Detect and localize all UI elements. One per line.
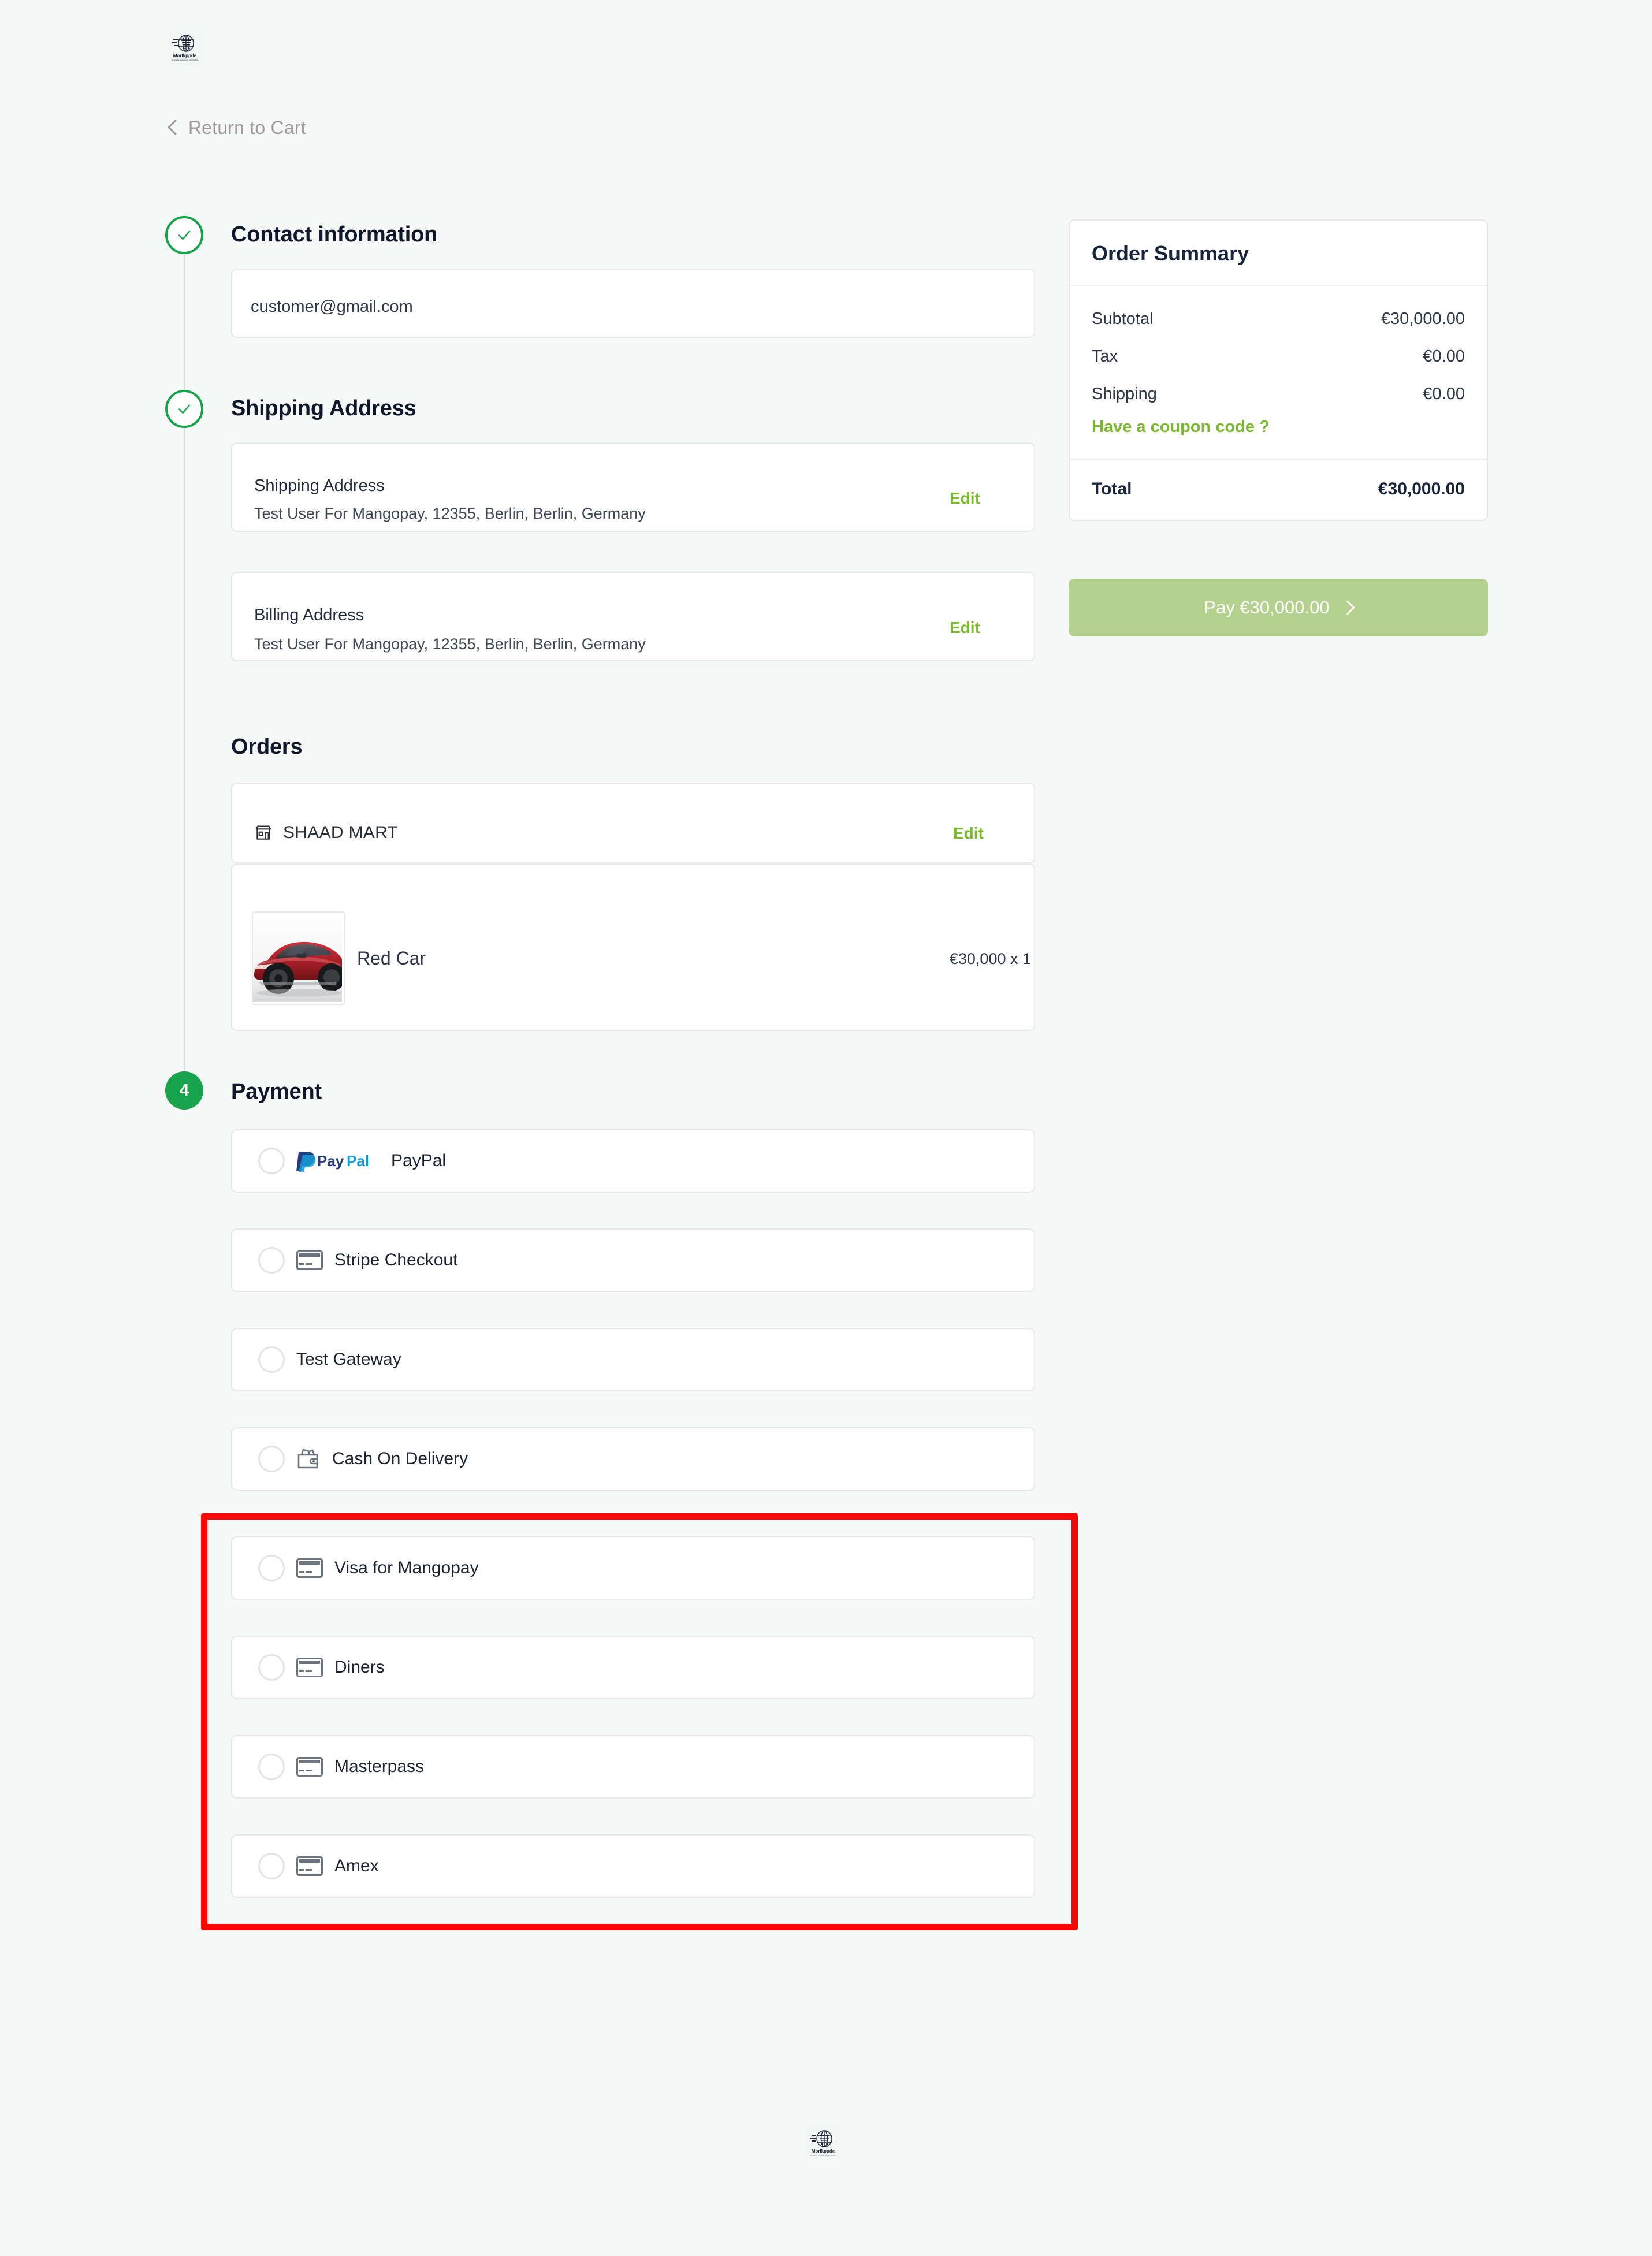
return-to-cart-label: Return to Cart bbox=[188, 117, 306, 138]
contact-email-value: customer@gmail.com bbox=[251, 297, 413, 316]
summary-row-label: Tax bbox=[1092, 347, 1118, 366]
section-title-payment: Payment bbox=[231, 1079, 322, 1104]
summary-total-value: €30,000.00 bbox=[1378, 479, 1465, 498]
footer-brand-logo-tagline: The world's destination of your checkout bbox=[810, 2154, 836, 2157]
order-summary-panel: Order Summary Subtotal €30,000.00 Tax €0… bbox=[1069, 219, 1488, 521]
payment-option-masterpass[interactable]: Masterpass bbox=[231, 1735, 1035, 1799]
pay-button[interactable]: Pay €30,000.00 bbox=[1069, 579, 1488, 636]
radio-amex[interactable] bbox=[258, 1853, 285, 1879]
payment-option-paypal[interactable]: Pay Pal PayPal bbox=[231, 1129, 1035, 1193]
credit-card-icon bbox=[296, 1658, 323, 1677]
footer-brand-logo[interactable]: Morlkppde The world's destination of you… bbox=[806, 2125, 840, 2160]
order-store-edit-link[interactable]: Edit bbox=[953, 824, 984, 843]
order-summary-title: Order Summary bbox=[1070, 221, 1487, 286]
summary-row-value: €0.00 bbox=[1423, 347, 1465, 366]
radio-diners[interactable] bbox=[258, 1654, 285, 1681]
credit-card-icon bbox=[296, 1250, 323, 1270]
paypal-logo-icon: Pay Pal bbox=[296, 1149, 379, 1172]
order-store-row: SHAAD MART bbox=[254, 823, 398, 843]
coupon-code-link[interactable]: Have a coupon code ? bbox=[1092, 416, 1465, 444]
payment-option-label: Amex bbox=[334, 1856, 379, 1875]
step-marker-contact bbox=[165, 216, 203, 254]
credit-card-icon bbox=[296, 1558, 323, 1578]
step-marker-payment-number: 4 bbox=[179, 1081, 189, 1100]
globe-cart-logo-icon: Morlkppde The world's destination of you… bbox=[810, 2130, 836, 2157]
storefront-icon bbox=[255, 825, 271, 840]
globe-cart-logo-icon: Morlkppde The world's destination of you… bbox=[172, 35, 198, 61]
payment-option-label: Visa for Mangopay bbox=[334, 1558, 479, 1577]
section-title-orders: Orders bbox=[231, 735, 303, 759]
billing-address-line: Test User For Mangopay, 12355, Berlin, B… bbox=[254, 635, 646, 653]
svg-text:Pay: Pay bbox=[317, 1152, 344, 1170]
radio-visa-mangopay[interactable] bbox=[258, 1555, 285, 1581]
summary-row-subtotal: Subtotal €30,000.00 bbox=[1092, 304, 1465, 341]
radio-cash-on-delivery[interactable] bbox=[258, 1446, 285, 1472]
payment-option-label: Masterpass bbox=[334, 1757, 425, 1776]
summary-row-tax: Tax €0.00 bbox=[1092, 341, 1465, 379]
summary-row-label: Subtotal bbox=[1092, 310, 1154, 328]
step-marker-payment: 4 bbox=[165, 1071, 203, 1110]
order-item-thumbnail bbox=[252, 911, 345, 1005]
radio-masterpass[interactable] bbox=[258, 1754, 285, 1780]
brand-logo-text: Morlkppde bbox=[173, 53, 197, 58]
radio-test-gateway[interactable] bbox=[258, 1346, 285, 1373]
summary-total-label: Total bbox=[1092, 479, 1132, 498]
order-item-card bbox=[231, 863, 1035, 1031]
summary-row-label: Shipping bbox=[1092, 385, 1157, 403]
radio-paypal[interactable] bbox=[258, 1148, 285, 1174]
order-store-name: SHAAD MART bbox=[283, 823, 399, 842]
footer-brand-logo-text: Morlkppde bbox=[812, 2149, 835, 2154]
payment-option-cash-on-delivery[interactable]: Cash On Delivery bbox=[231, 1427, 1035, 1491]
order-summary-rows: Subtotal €30,000.00 Tax €0.00 Shipping €… bbox=[1070, 286, 1487, 460]
summary-row-shipping: Shipping €0.00 bbox=[1092, 379, 1465, 416]
payment-option-diners[interactable]: Diners bbox=[231, 1636, 1035, 1699]
check-circle-icon bbox=[178, 404, 190, 414]
order-item-name: Red Car bbox=[357, 948, 426, 969]
credit-card-icon bbox=[296, 1856, 323, 1876]
stepper-rail bbox=[184, 243, 185, 1086]
order-item-price: €30,000 x 1 bbox=[949, 950, 1031, 967]
check-circle-icon bbox=[178, 230, 190, 240]
chevron-left-icon bbox=[168, 120, 183, 135]
payment-option-label: Test Gateway bbox=[296, 1350, 401, 1369]
return-to-cart-link[interactable]: Return to Cart bbox=[168, 117, 306, 139]
credit-card-icon bbox=[296, 1757, 323, 1777]
payment-option-label: Diners bbox=[334, 1658, 385, 1677]
summary-row-total: Total €30,000.00 bbox=[1070, 460, 1487, 520]
shipping-address-line: Test User For Mangopay, 12355, Berlin, B… bbox=[254, 505, 646, 522]
section-title-shipping: Shipping Address bbox=[231, 396, 416, 420]
brand-logo[interactable]: Morlkppde The world's destination of you… bbox=[168, 30, 202, 65]
payment-option-label: Stripe Checkout bbox=[334, 1250, 458, 1270]
wallet-icon bbox=[296, 1447, 321, 1471]
payment-option-visa-mangopay[interactable]: Visa for Mangopay bbox=[231, 1536, 1035, 1600]
svg-text:Pal: Pal bbox=[347, 1152, 369, 1170]
billing-address-edit-link[interactable]: Edit bbox=[950, 619, 980, 637]
chevron-right-icon bbox=[1340, 600, 1355, 615]
payment-option-label: PayPal bbox=[391, 1151, 447, 1170]
shipping-address-edit-link[interactable]: Edit bbox=[950, 489, 980, 508]
billing-address-title: Billing Address bbox=[254, 606, 364, 624]
checkout-page: Morlkppde The world's destination of you… bbox=[0, 0, 1652, 2256]
pay-button-label: Pay €30,000.00 bbox=[1204, 597, 1330, 617]
payment-option-test-gateway[interactable]: Test Gateway bbox=[231, 1328, 1035, 1391]
section-title-contact: Contact information bbox=[231, 222, 438, 247]
radio-stripe[interactable] bbox=[258, 1247, 285, 1274]
step-marker-shipping bbox=[165, 390, 203, 428]
summary-row-value: €30,000.00 bbox=[1381, 310, 1465, 328]
summary-row-value: €0.00 bbox=[1423, 385, 1465, 403]
red-car-photo bbox=[253, 913, 344, 1002]
shipping-address-title: Shipping Address bbox=[254, 476, 385, 495]
brand-logo-tagline: The world's destination of your checkout bbox=[172, 59, 198, 61]
payment-option-amex[interactable]: Amex bbox=[231, 1834, 1035, 1898]
payment-option-stripe[interactable]: Stripe Checkout bbox=[231, 1228, 1035, 1292]
payment-option-label: Cash On Delivery bbox=[332, 1449, 468, 1468]
